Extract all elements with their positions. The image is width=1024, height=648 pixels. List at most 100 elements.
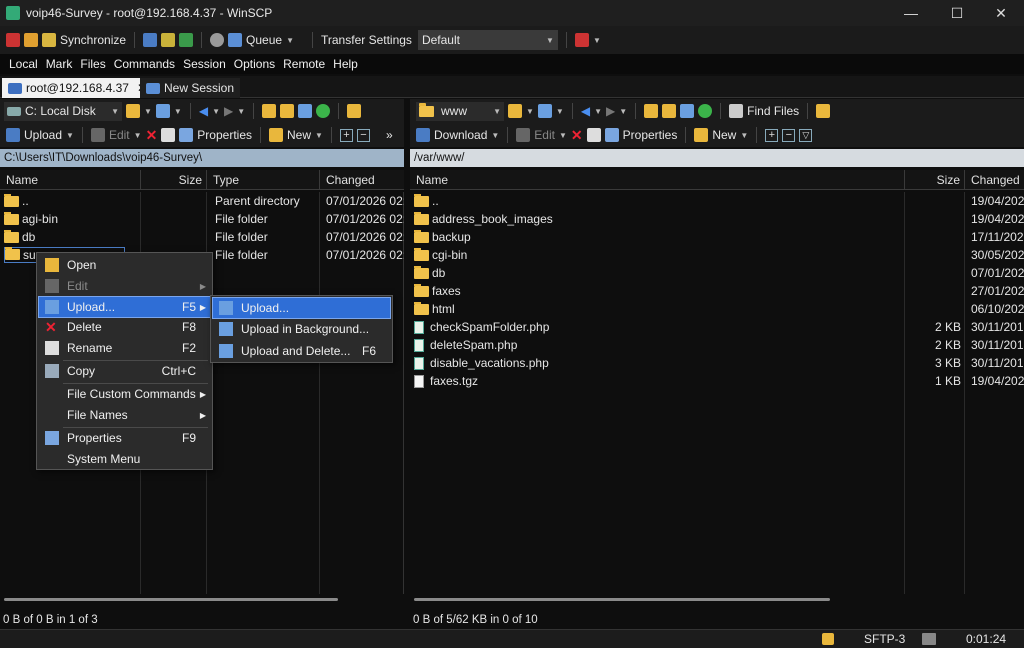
home-icon[interactable] <box>298 104 313 118</box>
table-row[interactable]: db File folder 07/01/2026 02:4 <box>0 228 404 246</box>
menu-item-properties[interactable]: Properties F9 <box>39 428 210 448</box>
menu-item-delete[interactable]: ✕ Delete F8 <box>39 317 210 337</box>
col-changed[interactable]: Changed <box>320 170 404 190</box>
menu-item-system-menu[interactable]: System Menu <box>39 449 210 469</box>
table-row[interactable]: agi-bin File folder 07/01/2026 02:3 <box>0 210 404 228</box>
delete-icon[interactable]: ✕ <box>571 127 583 144</box>
menu-item-file-custom-commands[interactable]: File Custom Commands ▶ <box>39 384 210 404</box>
menu-item-edit[interactable]: Edit ▶ <box>39 276 210 296</box>
more-toolbar-icon[interactable]: » <box>386 128 393 142</box>
menu-remote[interactable]: Remote <box>279 57 329 71</box>
refresh-icon[interactable] <box>316 104 331 118</box>
tree-icon[interactable] <box>816 104 831 118</box>
menu-item-open[interactable]: Open <box>39 255 210 275</box>
forward-icon[interactable]: ▶ <box>224 104 233 118</box>
forward-icon[interactable]: ▶ <box>606 104 615 118</box>
refresh-icon[interactable] <box>698 104 713 118</box>
table-row[interactable]: .. Parent directory 07/01/2026 02:3 <box>0 192 404 210</box>
download-button[interactable]: Download ▼ <box>416 128 499 142</box>
submenu-item-upload[interactable]: Upload... <box>212 297 391 319</box>
table-row[interactable]: ..19/04/2025 <box>410 192 1024 210</box>
chevron-down-icon[interactable]: ▼ <box>594 107 602 116</box>
table-row[interactable]: cgi-bin30/05/2023 <box>410 246 1024 264</box>
new-button[interactable]: New ▼ <box>269 128 323 142</box>
maximize-button[interactable]: ☐ <box>934 0 980 26</box>
back-icon[interactable]: ◀ <box>581 104 590 118</box>
col-size[interactable]: Size <box>905 169 965 190</box>
table-row[interactable]: faxes27/01/2021 <box>410 282 1024 300</box>
right-horizontal-scrollbar[interactable] <box>414 598 830 601</box>
menu-commands[interactable]: Commands <box>110 57 179 71</box>
terminal-icon[interactable] <box>143 33 158 47</box>
rename-icon[interactable] <box>586 128 601 142</box>
minimize-button[interactable]: — <box>888 0 934 26</box>
tree-icon[interactable] <box>347 104 362 118</box>
properties-button[interactable]: Properties <box>179 128 252 142</box>
compare-icon[interactable] <box>24 33 38 47</box>
back-icon[interactable]: ◀ <box>199 104 208 118</box>
select-all-icon[interactable]: + <box>339 128 353 142</box>
refresh-toolbar-icon[interactable] <box>179 33 194 47</box>
find-files-button[interactable]: Find Files <box>729 104 799 118</box>
table-row[interactable]: disable_vacations.php3 KB30/11/2019 <box>410 354 1024 372</box>
table-row[interactable]: deleteSpam.php2 KB30/11/2019 <box>410 336 1024 354</box>
chevron-down-icon[interactable]: ▼ <box>237 107 245 116</box>
menu-item-rename[interactable]: Rename F2 <box>39 338 210 358</box>
transfer-settings-select[interactable]: Default ▼ <box>417 30 558 50</box>
root-dir-icon[interactable] <box>280 104 295 118</box>
col-name[interactable]: Name <box>410 169 905 190</box>
home-icon[interactable] <box>680 104 695 118</box>
root-dir-icon[interactable] <box>662 104 677 118</box>
synchronize-button[interactable]: Synchronize <box>42 33 126 47</box>
menu-local[interactable]: Local <box>5 57 42 71</box>
chevron-down-icon[interactable]: ▼ <box>526 107 534 116</box>
unselect-all-icon[interactable]: − <box>782 128 796 142</box>
submenu-item-upload-background[interactable]: Upload in Background... <box>213 319 390 339</box>
chevron-down-icon[interactable]: ▼ <box>556 107 564 116</box>
gear-icon[interactable] <box>210 33 225 47</box>
filter-icon[interactable] <box>155 104 170 118</box>
table-row[interactable]: html06/10/2025 <box>410 300 1024 318</box>
open-folder-icon[interactable] <box>508 104 522 118</box>
menu-mark[interactable]: Mark <box>42 57 77 71</box>
new-button[interactable]: New ▼ <box>694 128 748 142</box>
rename-icon[interactable] <box>161 128 176 142</box>
left-path-bar[interactable]: C:\Users\IT\Downloads\voip46-Survey\ <box>0 149 404 167</box>
edit-button[interactable]: Edit ▼ <box>516 128 567 142</box>
preferences-icon[interactable] <box>574 33 589 47</box>
tab-new-session[interactable]: New Session <box>140 78 241 98</box>
right-path-bar[interactable]: /var/www/ <box>410 149 1024 167</box>
delete-icon[interactable]: ✕ <box>146 127 158 144</box>
local-drive-select[interactable]: C: Local Disk ▼ <box>4 101 122 121</box>
chevron-down-icon[interactable]: ▼ <box>144 107 152 116</box>
parent-dir-icon[interactable] <box>644 104 659 118</box>
tab-session[interactable]: root@192.168.4.37 ✕ <box>2 78 153 98</box>
local-panel-icon[interactable] <box>6 33 20 47</box>
menu-item-file-names[interactable]: File Names ▶ <box>39 405 210 425</box>
open-folder-icon[interactable] <box>126 104 140 118</box>
parent-dir-icon[interactable] <box>262 104 277 118</box>
col-changed[interactable]: Changed <box>965 170 1024 190</box>
col-size[interactable]: Size <box>141 169 207 190</box>
menu-options[interactable]: Options <box>230 57 279 71</box>
menu-item-upload[interactable]: Upload... F5 ▶ <box>38 296 211 318</box>
unselect-all-icon[interactable]: − <box>356 128 370 142</box>
table-row[interactable]: backup17/11/2025 <box>410 228 1024 246</box>
select-files-icon[interactable]: ▽ <box>799 128 813 142</box>
left-horizontal-scrollbar[interactable] <box>4 598 338 601</box>
queue-button[interactable]: Queue ▼ <box>228 33 294 47</box>
upload-button[interactable]: Upload ▼ <box>6 128 74 142</box>
putty-icon[interactable] <box>161 33 176 47</box>
col-type[interactable]: Type <box>207 169 320 190</box>
table-row[interactable]: faxes.tgz1 KB19/04/2025 <box>410 372 1024 390</box>
select-all-icon[interactable]: + <box>765 128 779 142</box>
edit-button[interactable]: Edit ▼ <box>90 128 142 142</box>
filter-icon[interactable] <box>537 104 552 118</box>
menu-files[interactable]: Files <box>76 57 109 71</box>
col-name[interactable]: Name <box>0 169 141 190</box>
properties-button[interactable]: Properties <box>604 128 677 142</box>
submenu-item-upload-and-delete[interactable]: Upload and Delete... F6 <box>213 341 390 361</box>
menu-item-copy[interactable]: Copy Ctrl+C <box>39 361 210 381</box>
table-row[interactable]: checkSpamFolder.php2 KB30/11/2019 <box>410 318 1024 336</box>
chevron-down-icon[interactable]: ▼ <box>174 107 182 116</box>
